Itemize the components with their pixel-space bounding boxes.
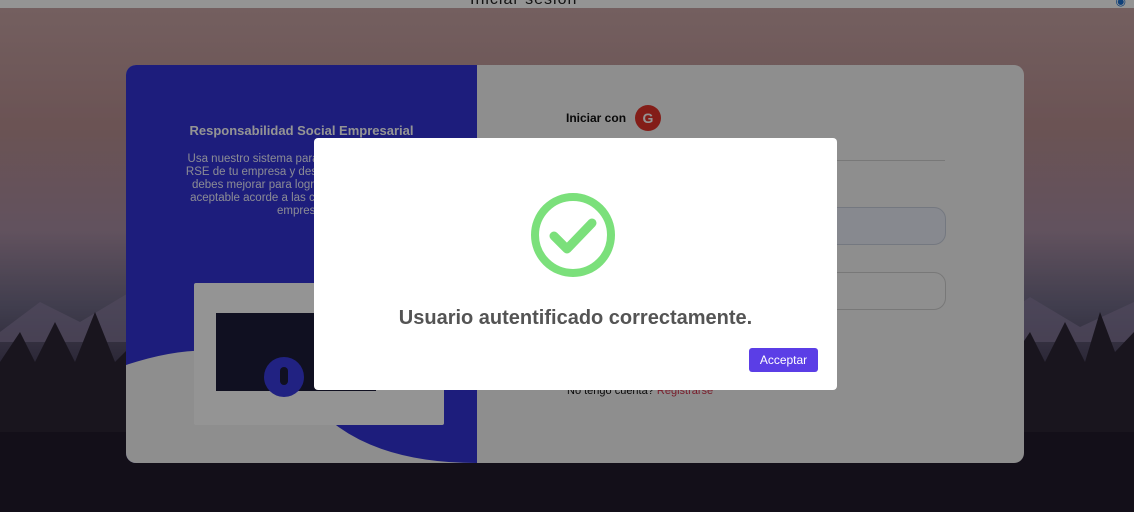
success-dialog: Usuario autentificado correctamente. Acc… <box>314 138 837 390</box>
accept-button[interactable]: Acceptar <box>749 348 818 372</box>
dialog-message: Usuario autentificado correctamente. <box>398 307 753 329</box>
success-check-icon <box>531 193 615 277</box>
